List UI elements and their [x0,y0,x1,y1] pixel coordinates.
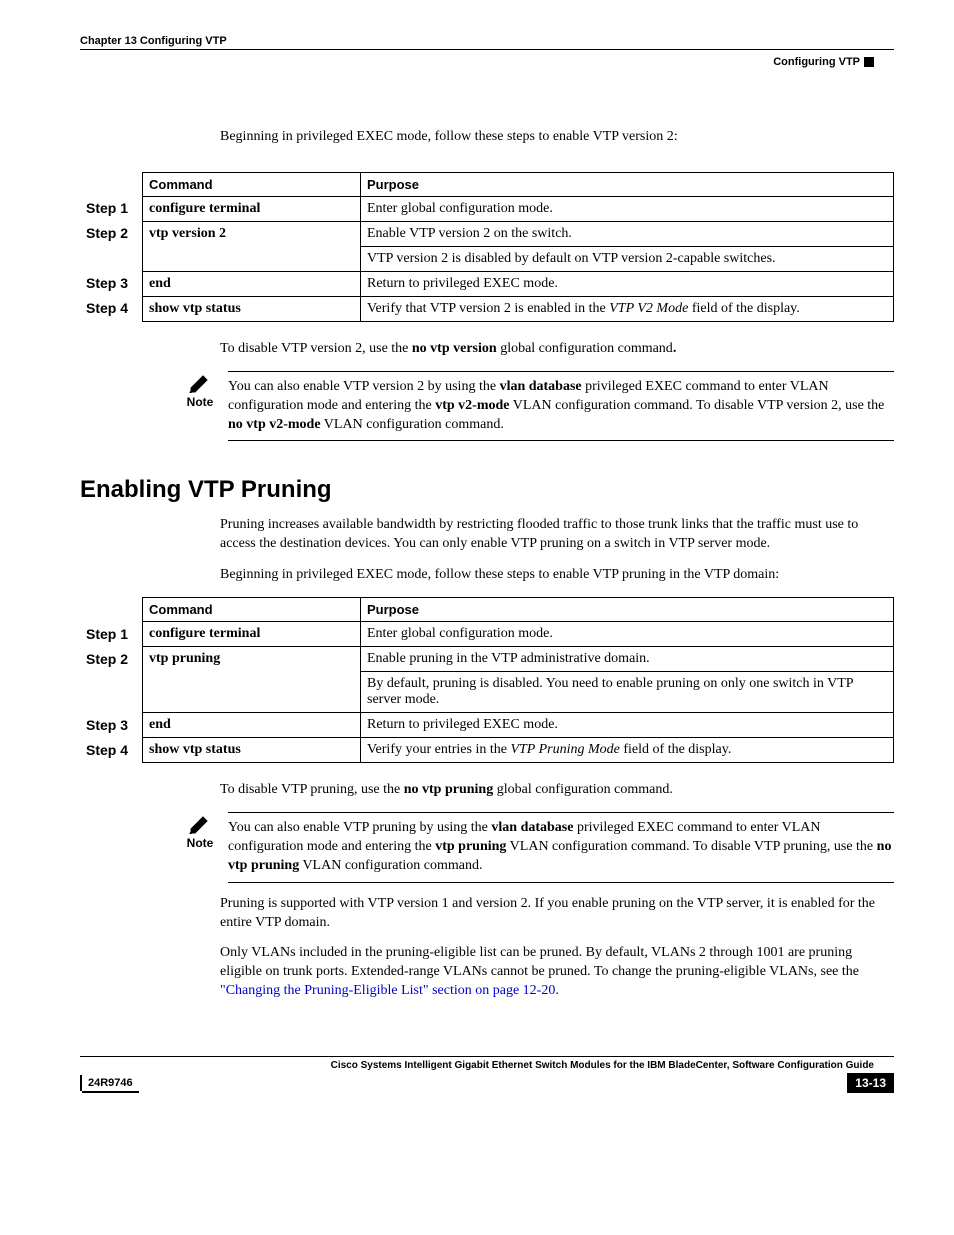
table2-head-purpose: Purpose [361,598,894,622]
table1-head-command: Command [143,172,361,196]
table1-step4: Step 4 [80,296,143,321]
page-footer: Cisco Systems Intelligent Gigabit Ethern… [80,1056,894,1093]
table2-purpose1: Enter global configuration mode. [361,622,894,647]
doc-number: 24R9746 [82,1077,139,1093]
table2-cmd3: end [143,713,361,738]
table1-head-purpose: Purpose [361,172,894,196]
table2-cmd1: configure terminal [143,622,361,647]
table2-cmd4: show vtp status [143,738,361,763]
table1-purpose1: Enter global configuration mode. [361,196,894,221]
note-label-2: Note [180,836,220,850]
table1-step2: Step 2 [80,221,143,271]
section-header: Configuring VTP [80,56,894,68]
section2-p4: Only VLANs included in the pruning-eligi… [220,944,894,1001]
table1-purpose4: Verify that VTP version 2 is enabled in … [361,296,894,321]
note-text-2: You can also enable VTP pruning by using… [228,812,894,883]
section2-p2: Beginning in privileged EXEC mode, follo… [220,566,894,585]
table1-step3: Step 3 [80,271,143,296]
table1-purpose2b: VTP version 2 is disabled by default on … [361,246,894,271]
table1-cmd1: configure terminal [143,196,361,221]
steps-table-1: Command Purpose Step 1 configure termina… [80,172,894,322]
table2-head-command: Command [143,598,361,622]
section2-p3: Pruning is supported with VTP version 1 … [220,895,894,933]
table2-purpose3: Return to privileged EXEC mode. [361,713,894,738]
table2-step3: Step 3 [80,713,143,738]
table1-cmd3: end [143,271,361,296]
note-block-1: Note You can also enable VTP version 2 b… [180,371,894,442]
table1-purpose2a: Enable VTP version 2 on the switch. [361,221,894,246]
table1-step1: Step 1 [80,196,143,221]
header-marker-icon [864,57,874,67]
section2-heading: Enabling VTP Pruning [80,476,894,504]
table2-purpose4: Verify your entries in the VTP Pruning M… [361,738,894,763]
table2-step2: Step 2 [80,647,143,713]
pencil-icon [188,371,212,393]
section2-disable-text: To disable VTP pruning, use the no vtp p… [220,781,894,800]
table2-cmd2: vtp pruning [143,647,361,713]
table1-cmd4: show vtp status [143,296,361,321]
table2-purpose2a: Enable pruning in the VTP administrative… [361,647,894,672]
table1-cmd2: vtp version 2 [143,221,361,271]
note-text-1: You can also enable VTP version 2 by usi… [228,371,894,442]
section1-disable-text: To disable VTP version 2, use the no vtp… [220,340,894,359]
table2-purpose2b: By default, pruning is disabled. You nee… [361,672,894,713]
pruning-eligible-list-link[interactable]: "Changing the Pruning-Eligible List" sec… [220,983,555,998]
steps-table-2: Command Purpose Step 1 configure termina… [80,597,894,763]
section-header-text: Configuring VTP [773,56,860,68]
table2-step4: Step 4 [80,738,143,763]
table1-purpose3: Return to privileged EXEC mode. [361,271,894,296]
note-label-1: Note [180,395,220,409]
section2-p1: Pruning increases available bandwidth by… [220,516,894,554]
section1-intro: Beginning in privileged EXEC mode, follo… [220,128,894,147]
page-number: 13-13 [847,1073,894,1093]
footer-title: Cisco Systems Intelligent Gigabit Ethern… [80,1060,894,1071]
chapter-header: Chapter 13 Configuring VTP [80,35,894,50]
table2-step1: Step 1 [80,622,143,647]
note-block-2: Note You can also enable VTP pruning by … [180,812,894,883]
pencil-icon [188,812,212,834]
